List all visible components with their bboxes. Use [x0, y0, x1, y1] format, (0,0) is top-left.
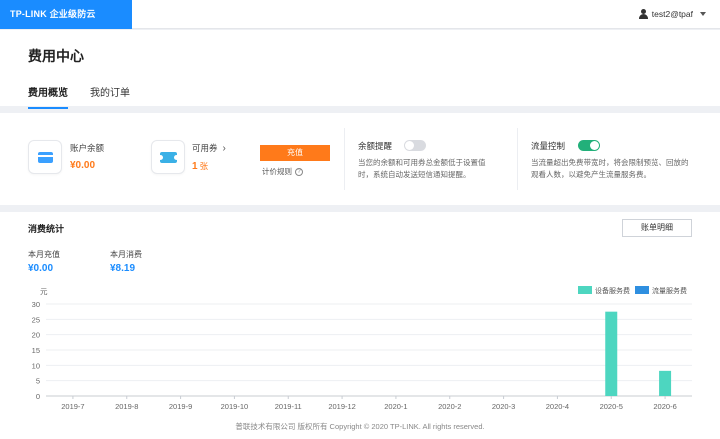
- footer-copyright: 普联技术有限公司 版权所有 Copyright © 2020 TP-LINK. …: [235, 422, 485, 431]
- tab-cost-overview[interactable]: 费用概览: [28, 84, 68, 109]
- x-tick-label: 2019-10: [221, 402, 249, 411]
- bar-设备服务费: [605, 311, 618, 396]
- y-axis-unit: 元: [40, 287, 48, 296]
- recharge-button[interactable]: 充值: [260, 145, 330, 161]
- chevron-right-icon: ›: [222, 143, 226, 154]
- x-tick-label: 2020-2: [438, 402, 461, 411]
- x-tick-label: 2019-12: [328, 402, 356, 411]
- traffic-control-toggle[interactable]: [578, 140, 600, 151]
- top-bar: TP-LINK 企业级防云 test2@tpaf: [0, 0, 720, 29]
- x-tick-label: 2019-7: [61, 402, 84, 411]
- wallet-icon-box: [28, 140, 62, 174]
- coupon-unit: 张: [199, 161, 209, 171]
- brand-logo[interactable]: TP-LINK 企业级防云: [0, 0, 132, 29]
- wallet-icon: [38, 152, 53, 163]
- x-tick-label: 2019-11: [275, 402, 302, 411]
- balance-alert-description: 当您的余额和可用券总金额低于设置值时，系统自动发送短信通知提醒。: [358, 158, 486, 179]
- month-spend-value: ¥8.19: [110, 263, 136, 274]
- divider: [517, 128, 518, 190]
- bar-设备服务费: [659, 370, 672, 396]
- pricing-rules-label: 计价规则: [262, 167, 292, 176]
- y-tick-label: 30: [32, 300, 40, 309]
- x-tick-label: 2020-4: [546, 402, 569, 411]
- page-title: 费用中心: [28, 48, 84, 64]
- chevron-down-icon: [700, 12, 706, 16]
- page-header: 费用中心 费用概览 我的订单: [0, 30, 720, 109]
- coupon-label: 可用券: [192, 143, 218, 153]
- coupon-count: 1: [192, 161, 198, 172]
- traffic-control-description: 当流量超出免费带宽时，将会限制预览、回放的观看人数，以避免产生流量服务费。: [531, 158, 689, 179]
- y-tick-label: 25: [32, 315, 40, 324]
- x-tick-label: 2020-1: [384, 402, 407, 411]
- balance-label: 账户余额: [70, 143, 105, 153]
- traffic-control-label: 流量控制: [531, 141, 566, 151]
- tab-bar: 费用概览 我的订单: [28, 84, 130, 109]
- balance-alert-toggle[interactable]: [404, 140, 426, 151]
- user-icon: [638, 9, 648, 19]
- user-menu[interactable]: test2@tpaf: [638, 9, 706, 19]
- legend-label: 设备服务费: [595, 286, 630, 295]
- coupon-link[interactable]: 可用券 ›: [192, 142, 226, 154]
- x-tick-label: 2019-8: [115, 402, 138, 411]
- month-recharge-value: ¥0.00: [28, 263, 54, 274]
- x-tick-label: 2019-9: [169, 402, 192, 411]
- tab-my-orders[interactable]: 我的订单: [90, 84, 130, 109]
- y-tick-label: 15: [32, 346, 40, 355]
- divider: [344, 128, 345, 190]
- y-tick-label: 0: [36, 392, 40, 401]
- x-tick-label: 2020-3: [492, 402, 515, 411]
- month-recharge-label: 本月充值: [28, 250, 60, 259]
- legend-swatch: [635, 286, 649, 294]
- y-tick-label: 5: [36, 377, 40, 386]
- coupon-icon: [158, 152, 179, 163]
- coupon-value: 1张: [192, 160, 208, 172]
- consumption-chart: 元 0 5 10 15 20 25 30 2019-7 2019-8 2019-9 2019-10 20…: [32, 286, 692, 411]
- y-tick-label: 10: [32, 361, 40, 370]
- bill-details-button[interactable]: 账单明细: [622, 219, 692, 237]
- y-tick-label: 20: [32, 331, 40, 340]
- month-spend-label: 本月消费: [110, 250, 142, 259]
- help-icon[interactable]: ?: [295, 167, 303, 176]
- pricing-rules-link[interactable]: 计价规则 ?: [262, 166, 303, 177]
- legend-swatch: [578, 286, 592, 294]
- balance-alert-label: 余额提醒: [358, 141, 393, 151]
- stats-title: 消费统计: [28, 224, 65, 234]
- legend-label: 流量服务费: [652, 286, 687, 295]
- coupon-icon-box: [151, 140, 185, 174]
- x-tick-label: 2020-5: [600, 402, 623, 411]
- user-name: test2@tpaf: [651, 9, 693, 19]
- x-tick-label: 2020-6: [653, 402, 676, 411]
- balance-value: ¥0.00: [70, 160, 96, 171]
